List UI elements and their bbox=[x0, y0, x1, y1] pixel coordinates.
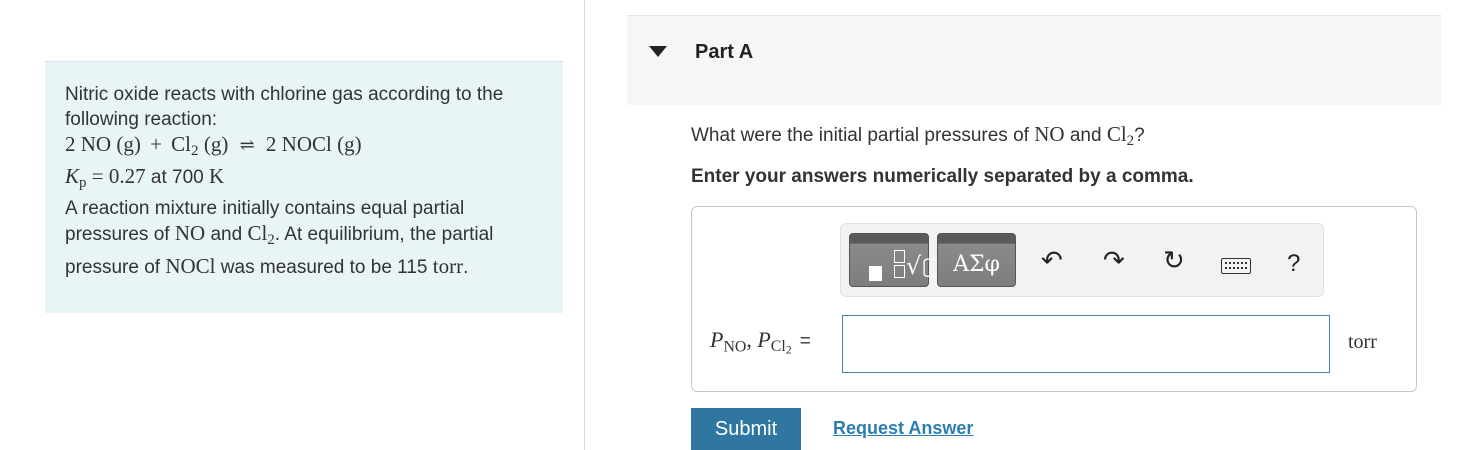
question-suffix: ? bbox=[1134, 125, 1145, 146]
reaction-equation: 2 NO (g) + Cl2 (g) ⇌ 2 NOCl (g) bbox=[65, 132, 543, 164]
body-cl: Cl bbox=[247, 221, 268, 246]
fraction-top-icon bbox=[894, 250, 905, 263]
var-p-no-sub: NO bbox=[723, 338, 747, 356]
question-prefix: What were the initial partial pressures … bbox=[691, 125, 1035, 146]
question-no: NO bbox=[1034, 122, 1065, 146]
answer-variable-label: PNO, PCl2 = bbox=[710, 327, 811, 358]
reactant-cl2-state: (g) bbox=[198, 132, 229, 156]
body-no: NO bbox=[174, 221, 206, 246]
kp-symbol: K bbox=[65, 164, 80, 189]
reactant-cl2: Cl2 (g) bbox=[171, 132, 229, 160]
help-button[interactable]: ? bbox=[1287, 250, 1300, 278]
var-p-no: P bbox=[710, 327, 724, 352]
templates-button[interactable]: √▢ bbox=[849, 233, 944, 287]
reactant-no: 2 NO (g) bbox=[65, 132, 141, 156]
equals-sign: = bbox=[799, 331, 811, 352]
kp-at: at 700 bbox=[145, 167, 209, 189]
request-answer-link[interactable]: Request Answer bbox=[833, 418, 973, 439]
reactant-cl2-main: Cl bbox=[171, 132, 192, 156]
reactant-cl2-sub: 2 bbox=[191, 143, 199, 160]
greek-symbols-button[interactable]: ΑΣφ bbox=[937, 233, 1016, 287]
body-text-3: was measured to be 115 bbox=[215, 256, 433, 278]
part-title: Part A bbox=[695, 41, 754, 63]
body-cl-sub: 2 bbox=[267, 232, 275, 249]
kp-line: Kp = 0.27 at 700 K bbox=[65, 164, 543, 196]
fraction-bottom-icon bbox=[894, 265, 905, 278]
reset-icon[interactable]: ↻ bbox=[1163, 246, 1185, 276]
body-and: and bbox=[205, 224, 248, 246]
question-and: and bbox=[1064, 125, 1107, 146]
problem-intro: Nitric oxide reacts with chlorine gas ac… bbox=[65, 84, 504, 130]
var-p-cl2: P bbox=[757, 327, 771, 352]
math-toolbar: √▢ ΑΣφ ↶ ↷ ↻ ? bbox=[840, 223, 1324, 297]
column-divider bbox=[584, 0, 585, 450]
submit-button[interactable]: Submit bbox=[691, 408, 801, 450]
problem-statement: Nitric oxide reacts with chlorine gas ac… bbox=[45, 61, 563, 313]
body-nocl: NOCl bbox=[165, 253, 216, 278]
question-text: What were the initial partial pressures … bbox=[691, 122, 1145, 150]
equilibrium-arrow-icon: ⇌ bbox=[239, 135, 255, 155]
templates-icon bbox=[869, 266, 882, 281]
answer-box: √▢ ΑΣφ ↶ ↷ ↻ ? PNO, PCl2 = torr bbox=[691, 206, 1417, 392]
plus-sign: + bbox=[150, 132, 162, 156]
instruction-text: Enter your answers numerically separated… bbox=[691, 166, 1194, 187]
problem-body: A reaction mixture initially contains eq… bbox=[65, 196, 543, 279]
var-comma: , bbox=[746, 327, 758, 352]
kp-value: = 0.27 bbox=[86, 164, 146, 189]
var-p-cl2-sub: Cl bbox=[770, 338, 786, 356]
keyboard-icon[interactable] bbox=[1221, 258, 1251, 274]
kp-unit: K bbox=[209, 164, 225, 189]
var-p-cl2-subsub: 2 bbox=[785, 342, 792, 357]
body-end: . bbox=[463, 256, 469, 278]
answer-input[interactable] bbox=[842, 315, 1330, 373]
units-label: torr bbox=[1348, 331, 1377, 353]
collapse-caret-icon[interactable] bbox=[649, 46, 667, 57]
product-nocl: 2 NOCl (g) bbox=[265, 132, 362, 156]
undo-icon[interactable]: ↶ bbox=[1041, 246, 1063, 276]
part-header[interactable]: Part A bbox=[627, 15, 1441, 105]
body-torr: torr bbox=[432, 253, 464, 278]
question-cl: Cl bbox=[1106, 122, 1127, 146]
kp-sub: p bbox=[79, 175, 87, 192]
redo-icon[interactable]: ↷ bbox=[1103, 246, 1125, 276]
